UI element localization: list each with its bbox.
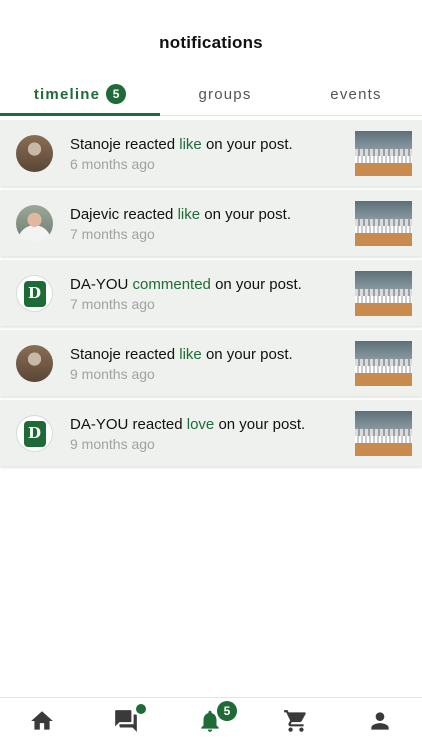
- header: notifications: [0, 0, 422, 64]
- da-logo-icon: D: [23, 280, 46, 307]
- notification-list: Stanoje reacted like on your post. 6 mon…: [0, 120, 422, 470]
- post-thumbnail[interactable]: [355, 131, 412, 176]
- reaction-type: like: [177, 206, 201, 223]
- tab-bar: timeline 5 groups events: [0, 72, 422, 116]
- notification-item[interactable]: Stanoje reacted like on your post. 9 mon…: [0, 330, 422, 396]
- notification-item[interactable]: D DA-YOU commented on your post. 7 month…: [0, 260, 422, 326]
- reaction-type: love: [186, 416, 215, 433]
- message-suffix: on your post.: [204, 206, 291, 223]
- notification-message: Stanoje reacted like on your post.: [70, 136, 345, 153]
- timestamp: 7 months ago: [70, 296, 155, 312]
- timestamp: 9 months ago: [70, 366, 155, 382]
- notification-text: Stanoje reacted like on your post. 6 mon…: [70, 136, 345, 172]
- timestamp: 7 months ago: [70, 226, 155, 242]
- timestamp: 9 months ago: [70, 436, 155, 452]
- avatar[interactable]: D: [16, 275, 53, 312]
- post-thumbnail[interactable]: [355, 411, 412, 456]
- message-suffix: on your post.: [205, 346, 293, 363]
- notification-message: DA-YOU commented on your post.: [70, 276, 345, 293]
- chat-icon: [115, 710, 137, 732]
- action-verb: reacted: [123, 206, 174, 223]
- avatar[interactable]: [16, 135, 53, 172]
- reaction-type: commented: [132, 276, 211, 293]
- notification-item[interactable]: D DA-YOU reacted love on your post. 9 mo…: [0, 400, 422, 466]
- notification-message: DA-YOU reacted love on your post.: [70, 416, 345, 433]
- tab-groups-label: groups: [198, 85, 252, 103]
- da-logo-icon: D: [23, 420, 46, 447]
- home-icon: [31, 711, 53, 730]
- actor-name: DA-YOU: [70, 416, 129, 433]
- tab-events[interactable]: events: [290, 72, 422, 116]
- avatar[interactable]: [16, 345, 53, 382]
- action-verb: reacted: [125, 136, 176, 153]
- notification-text: Dajevic reacted like on your post. 7 mon…: [70, 206, 345, 242]
- notification-text: DA-YOU reacted love on your post. 9 mont…: [70, 416, 345, 452]
- actor-name: Stanoje: [70, 136, 121, 153]
- active-tab-indicator: [0, 113, 160, 116]
- bottom-nav: 5: [0, 697, 422, 750]
- action-verb: reacted: [132, 416, 183, 433]
- message-suffix: on your post.: [205, 136, 293, 153]
- post-thumbnail[interactable]: [355, 341, 412, 386]
- post-thumbnail[interactable]: [355, 271, 412, 316]
- tab-timeline-label: timeline: [33, 85, 101, 103]
- avatar[interactable]: [16, 205, 53, 242]
- message-suffix: on your post.: [218, 416, 306, 433]
- nav-notifications[interactable]: 5: [190, 701, 237, 736]
- tab-groups[interactable]: groups: [160, 72, 290, 116]
- user-icon: [371, 712, 389, 730]
- cart-icon: [284, 710, 306, 732]
- page-title: notifications: [159, 33, 263, 52]
- notification-item[interactable]: Stanoje reacted like on your post. 6 mon…: [0, 120, 422, 186]
- notification-text: DA-YOU commented on your post. 7 months …: [70, 276, 345, 312]
- reaction-type: like: [179, 136, 202, 153]
- notification-badge: 5: [217, 701, 237, 721]
- nav-messages[interactable]: [106, 704, 146, 736]
- notification-text: Stanoje reacted like on your post. 9 mon…: [70, 346, 345, 382]
- nav-profile[interactable]: [360, 706, 400, 736]
- post-thumbnail[interactable]: [355, 201, 412, 246]
- notification-message: Stanoje reacted like on your post.: [70, 346, 345, 363]
- nav-home[interactable]: [22, 706, 62, 736]
- notification-message: Dajevic reacted like on your post.: [70, 206, 345, 223]
- unread-dot: [136, 704, 146, 714]
- avatar[interactable]: D: [16, 415, 53, 452]
- action-verb: reacted: [125, 346, 176, 363]
- actor-name: Stanoje: [70, 346, 121, 363]
- actor-name: DA-YOU: [70, 276, 129, 293]
- tab-timeline[interactable]: timeline 5: [0, 72, 160, 116]
- notification-item[interactable]: Dajevic reacted like on your post. 7 mon…: [0, 190, 422, 256]
- tab-timeline-badge: 5: [106, 84, 127, 104]
- tab-events-label: events: [330, 85, 382, 103]
- actor-name: Dajevic: [70, 206, 120, 223]
- reaction-type: like: [179, 346, 202, 363]
- timestamp: 6 months ago: [70, 156, 155, 172]
- nav-cart[interactable]: [276, 706, 316, 736]
- message-suffix: on your post.: [215, 276, 302, 293]
